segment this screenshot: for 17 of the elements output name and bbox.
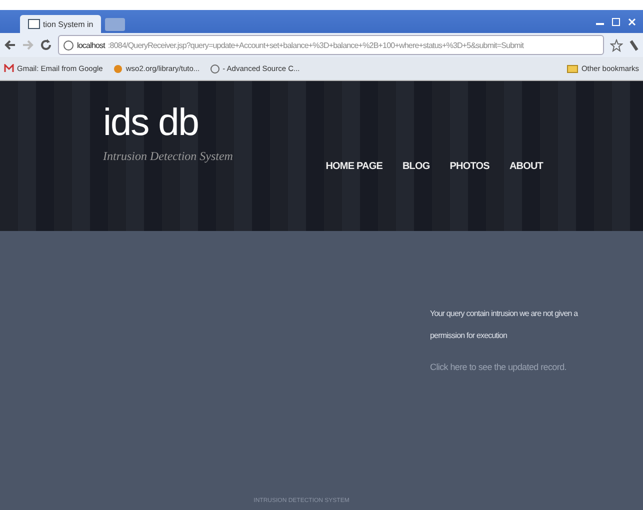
- nav-link[interactable]: PHOTOS: [450, 161, 490, 172]
- site-icon: [112, 64, 123, 74]
- error-message: Your query contain intrusion we are not given a permission for execution: [430, 308, 579, 342]
- nav-link[interactable]: BLOG: [402, 161, 430, 172]
- folder-icon: [567, 64, 578, 73]
- back-icon[interactable]: [4, 39, 16, 51]
- browser-tab[interactable]: tion System in: [20, 15, 102, 33]
- reload-icon[interactable]: [40, 39, 52, 51]
- maximize-icon[interactable]: [611, 16, 621, 26]
- star-icon[interactable]: [610, 38, 623, 52]
- site-logo[interactable]: ids db: [103, 103, 233, 143]
- nav-link[interactable]: HOME PAGE: [326, 161, 382, 172]
- close-icon[interactable]: [627, 16, 637, 26]
- address-field[interactable]: localhost :8084/QueryReceiver.jsp?query=update+Account+set+balance+%3D+balance+%2B+100+where+status+%3D+5&submit=Submit: [58, 35, 604, 55]
- nav-link[interactable]: ABOUT: [509, 161, 543, 172]
- site-tagline: Intrusion Detection System: [103, 149, 233, 164]
- mail-icon: [4, 64, 14, 73]
